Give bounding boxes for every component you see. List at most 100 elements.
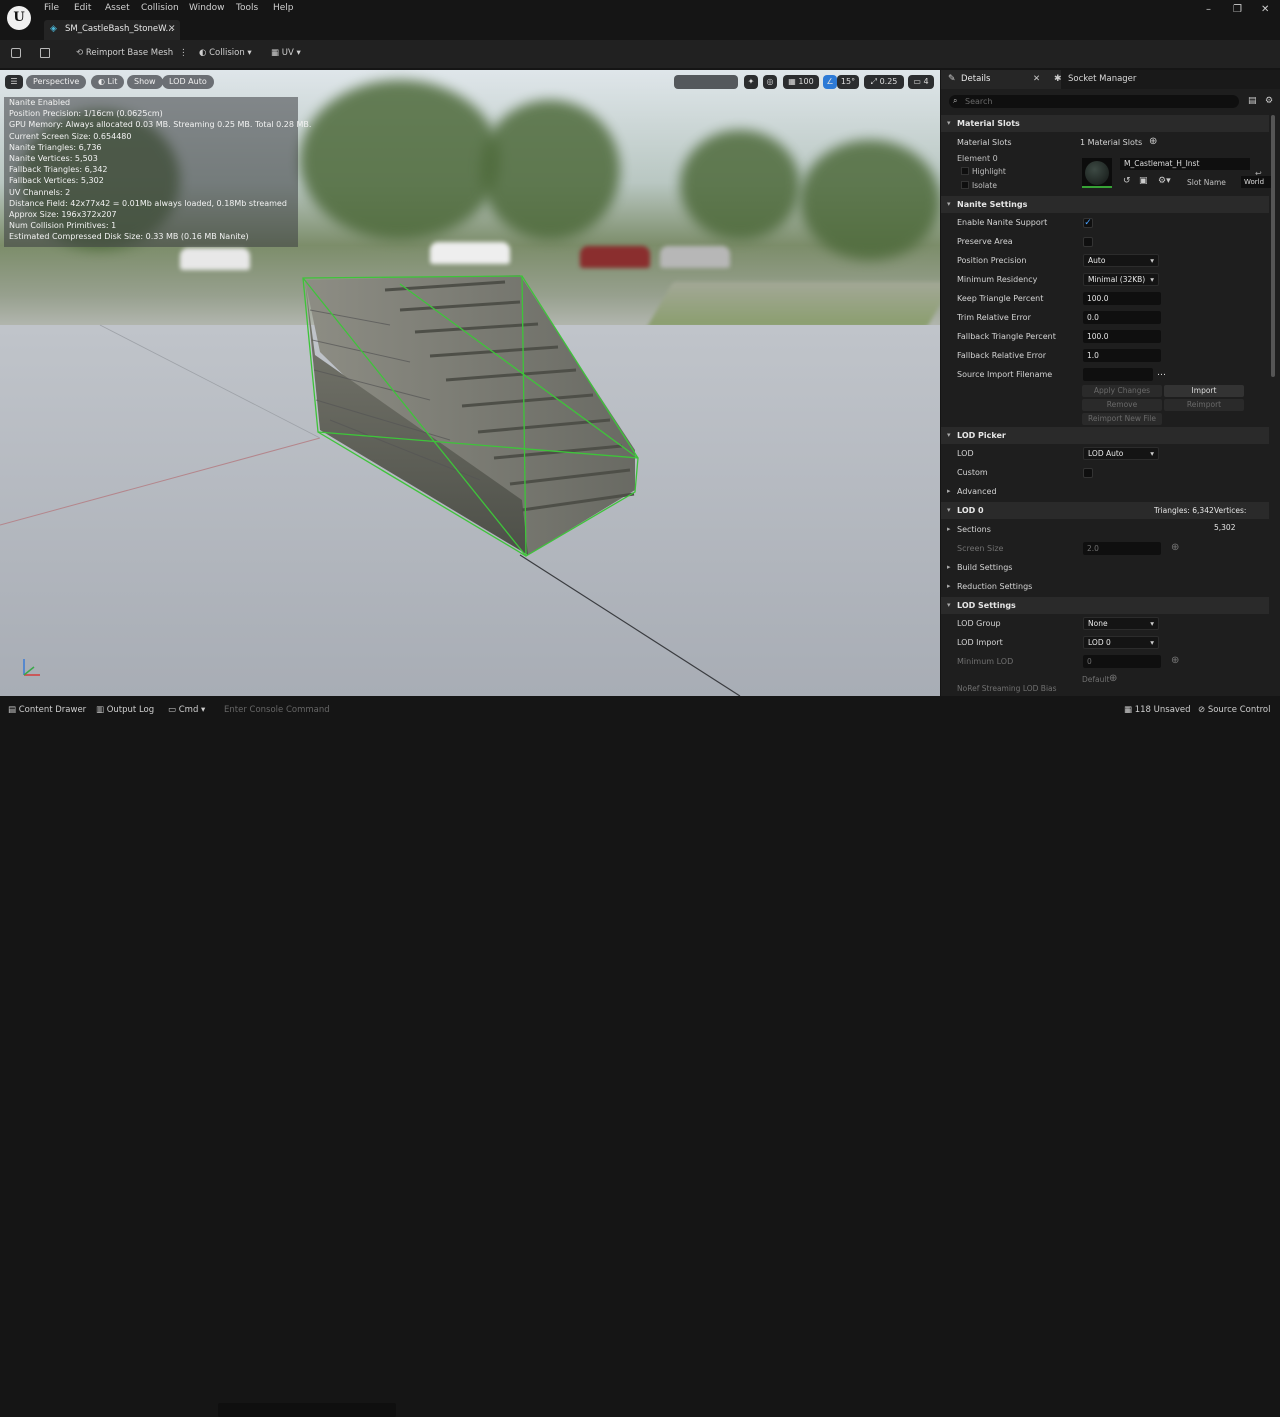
tab-socket-manager[interactable]: Socket Manager [1068,74,1136,84]
close-details-icon[interactable]: ✕ [1033,74,1040,84]
menu-file[interactable]: File [44,3,59,13]
stone-stairs-mesh[interactable] [300,270,645,560]
add-platform-icon[interactable]: ⊕ [1109,673,1117,684]
custom-row: Custom [941,464,1269,483]
menu-asset[interactable]: Asset [105,3,130,13]
camera-speed-button[interactable]: ▭ 4 [908,75,934,89]
reduction-settings-row[interactable]: ▸ Reduction Settings [941,578,1269,597]
grid-snap-button[interactable]: ▦ 100 [783,75,819,89]
menu-collision[interactable]: Collision [141,3,179,13]
lod-dropdown[interactable]: LOD Auto [1083,447,1159,460]
world-local-icon[interactable]: ◎ [763,75,777,89]
surface-snap-icon[interactable]: ✦ [744,75,758,89]
minimum-residency-dropdown[interactable]: Minimal (32KB) [1083,273,1159,286]
output-log-button[interactable]: ▥ Output Log [96,705,154,715]
close-window-icon[interactable]: ✕ [1261,4,1269,15]
material-slots-label: Material Slots [957,138,1012,147]
property-matrix-icon[interactable]: ▤ [1248,96,1257,106]
import-button[interactable]: Import [1164,385,1244,397]
add-platform-icon[interactable]: ⊕ [1171,542,1179,553]
add-platform-icon[interactable]: ⊕ [1171,655,1179,666]
reset-arrow-icon[interactable]: ↩ [1255,169,1262,178]
advanced-row[interactable]: ▸ Advanced [941,483,1269,502]
section-nanite-settings[interactable]: ▾ Nanite Settings [941,196,1269,213]
stat-line: Position Precision: 1/16cm (0.0625cm) [9,109,163,119]
enable-nanite-row: Enable Nanite Support ✓ [941,214,1269,233]
apply-changes-button[interactable]: Apply Changes [1082,385,1162,397]
scale-snap-button[interactable]: ⤢ 0.25 [864,75,904,89]
stat-line: Approx Size: 196x372x207 [9,210,117,220]
viewport-menu-icon[interactable]: ☰ [5,75,23,89]
fallback-triangle-input[interactable]: 100.0 [1083,330,1161,343]
preserve-area-label: Preserve Area [957,237,1013,246]
menu-help[interactable]: Help [273,3,294,13]
position-precision-dropdown[interactable]: Auto [1083,254,1159,267]
source-import-input[interactable] [1083,368,1153,381]
viewport[interactable]: ☰ Perspective ◐ Lit Show LOD Auto ✦ ◎ ▦ … [0,70,940,696]
unreal-logo-icon[interactable]: U [7,6,31,30]
source-control-button[interactable]: ⊘ Source Control [1198,705,1270,715]
lit-button[interactable]: ◐ Lit [91,75,125,89]
more-options-icon[interactable]: ⋮ [179,48,188,58]
browse-file-icon[interactable]: … [1157,368,1166,378]
console-input[interactable] [218,1403,396,1417]
find-asset-icon[interactable]: ▣ [1139,176,1148,186]
settings-gear-icon[interactable]: ⚙ [1265,96,1273,106]
panel-scrollbar[interactable] [1271,115,1275,377]
maximize-icon[interactable]: ❐ [1233,4,1242,15]
uv-button[interactable]: ▦ UV ▾ [271,48,301,58]
enable-nanite-checkbox[interactable]: ✓ [1083,218,1093,228]
remove-button[interactable]: Remove [1082,399,1162,411]
lod-auto-button[interactable]: LOD Auto [162,75,214,89]
collision-button[interactable]: ◐ Collision ▾ [199,48,252,58]
tab-details[interactable] [941,70,1061,89]
material-options-icon[interactable]: ⚙▾ [1158,176,1171,186]
asset-tab[interactable]: ◈ SM_CastleBash_StoneW... ✕ [44,20,180,40]
show-button[interactable]: Show [127,75,163,89]
custom-checkbox[interactable] [1083,468,1093,478]
close-tab-icon[interactable]: ✕ [168,24,176,34]
sections-row[interactable]: ▸ Sections [941,521,1269,540]
highlight-checkbox[interactable] [961,167,969,175]
rotation-snap-value[interactable]: 15° [837,75,859,89]
details-search-input[interactable]: ⌕ Search [949,95,1239,108]
screen-size-input[interactable]: 2.0 [1083,542,1161,555]
browse-asset-icon[interactable]: ↺ [1123,176,1131,186]
unsaved-button[interactable]: ▦ 118 Unsaved [1124,705,1191,715]
preserve-area-checkbox[interactable] [1083,237,1093,247]
cmd-button[interactable]: ▭ Cmd ▾ [168,705,205,715]
toolbar: ⟲ Reimport Base Mesh ⋮ ◐ Collision ▾ ▦ U… [0,40,1280,68]
console-placeholder: Enter Console Command [224,705,330,715]
add-slot-icon[interactable]: ⊕ [1149,136,1157,147]
material-asset-picker[interactable]: M_Castlemat_H_Inst [1120,158,1250,170]
browse-icon[interactable] [40,48,50,58]
section-lod-settings[interactable]: ▾ LOD Settings [941,597,1269,614]
material-thumbnail[interactable] [1082,158,1112,188]
lod-import-dropdown[interactable]: LOD 0 [1083,636,1159,649]
reimport-new-file-button[interactable]: Reimport New File [1082,413,1162,425]
menu-edit[interactable]: Edit [74,3,91,13]
transform-tools-group[interactable] [674,75,738,89]
isolate-checkbox[interactable] [961,181,969,189]
content-drawer-button[interactable]: ▤ Content Drawer [8,705,86,715]
lod-group-dropdown[interactable]: None [1083,617,1159,630]
reimport-button[interactable]: ⟲ Reimport Base Mesh [76,48,173,58]
section-lod-picker[interactable]: ▾ LOD Picker [941,427,1269,444]
fallback-error-input[interactable]: 1.0 [1083,349,1161,362]
build-settings-row[interactable]: ▸ Build Settings [941,559,1269,578]
minimum-lod-label: Minimum LOD [957,657,1014,666]
keep-triangle-input[interactable]: 100.0 [1083,292,1161,305]
minimum-lod-input[interactable]: 0 [1083,655,1161,668]
section-title: LOD Settings [957,601,1016,610]
reimport-nanite-button[interactable]: Reimport [1164,399,1244,411]
section-material-slots[interactable]: ▾ Material Slots [941,115,1269,132]
menu-window[interactable]: Window [189,3,225,13]
save-icon[interactable] [11,48,21,58]
rotation-snap-icon[interactable]: ∠ [823,75,837,89]
menu-tools[interactable]: Tools [236,3,258,13]
minimize-icon[interactable]: – [1206,4,1211,15]
perspective-button[interactable]: Perspective [26,75,87,89]
section-lod-0[interactable]: ▾ LOD 0 Triangles: 6,342 Vertices: 5,302 [941,502,1269,532]
material-slots-count: 1 Material Slots [1080,138,1143,147]
trim-error-input[interactable]: 0.0 [1083,311,1161,324]
